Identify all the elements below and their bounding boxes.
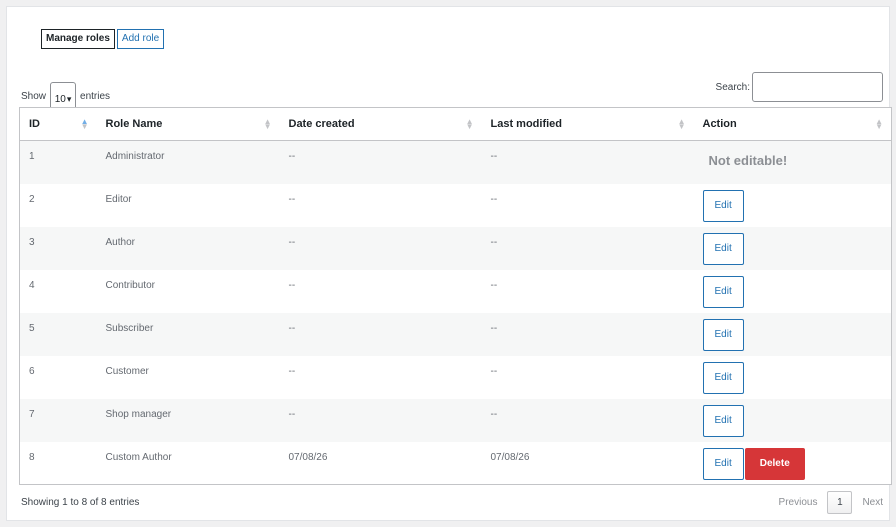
- cell-date-created: --: [288, 365, 296, 377]
- column-header-role-name[interactable]: Role Name ▲ ▼: [96, 107, 280, 141]
- cell-last-modified: --: [490, 236, 498, 248]
- not-editable-label: Not editable!: [708, 153, 788, 168]
- cell-last-modified: --: [490, 193, 498, 205]
- cell-id: 6: [29, 365, 35, 377]
- cell-date-created: --: [288, 279, 296, 291]
- role-tabs: Manage roles Add role: [41, 29, 165, 49]
- table-row: 3 Author -- -- Edit: [19, 226, 892, 270]
- cell-role-name: Customer: [105, 365, 149, 377]
- column-header-date-created[interactable]: Date created ▲ ▼: [279, 107, 482, 141]
- table-header-row: ID ▲ ▼ Role Name ▲ ▼ Date created ▲ ▼ Last mod…: [19, 107, 892, 141]
- roles-datatable: Show 10 ▾ entries Search: ID ▲ ▼ Role Name…: [19, 64, 892, 518]
- cell-action: Edit: [694, 313, 892, 356]
- table-row: 7 Shop manager -- -- Edit: [19, 398, 892, 442]
- cell-id: 7: [29, 408, 35, 420]
- table-row: 1 Administrator -- -- Not editable!: [19, 140, 892, 184]
- column-header-last-modified[interactable]: Last modified ▲ ▼: [481, 107, 694, 141]
- cell-date-created: --: [288, 151, 296, 162]
- sort-icon: ▲ ▼: [465, 117, 474, 131]
- column-header-action[interactable]: Action ▲ ▼: [693, 107, 892, 141]
- cell-last-modified: 07/08/26: [490, 451, 530, 463]
- tab-manage-roles[interactable]: Manage roles: [41, 29, 115, 49]
- cell-action: Not editable!: [694, 141, 892, 184]
- cell-role-name: Author: [105, 236, 135, 248]
- roles-panel: Manage roles Add role Show 10 ▾ entries …: [6, 6, 892, 521]
- cell-id: 1: [29, 151, 35, 162]
- cell-last-modified: --: [490, 279, 498, 291]
- cell-action: Edit: [694, 270, 892, 313]
- search-control: Search:: [716, 72, 883, 102]
- sort-icon: ▲ ▼: [677, 117, 686, 131]
- cell-last-modified: --: [490, 365, 498, 377]
- cell-action: Edit Delete: [694, 442, 892, 485]
- column-header-id[interactable]: ID ▲ ▼: [19, 107, 97, 141]
- cell-date-created: --: [288, 193, 296, 205]
- table-row: 5 Subscriber -- -- Edit: [19, 312, 892, 356]
- cell-action: Edit: [694, 184, 892, 227]
- entries-per-page-value: 10: [54, 94, 66, 105]
- entries-label: entries: [80, 91, 111, 102]
- sort-icon: ▲ ▼: [263, 117, 272, 131]
- table-row: 6 Customer -- -- Edit: [19, 355, 892, 399]
- edit-button[interactable]: Edit: [702, 275, 744, 308]
- next-page-button[interactable]: Next: [862, 497, 883, 508]
- cell-id: 5: [29, 322, 35, 334]
- cell-id: 2: [29, 193, 35, 205]
- cell-last-modified: --: [490, 322, 498, 334]
- datatable-top-controls: Show 10 ▾ entries Search:: [19, 64, 891, 117]
- edit-button[interactable]: Edit: [702, 232, 744, 265]
- table-row: 2 Editor -- -- Edit: [19, 183, 892, 227]
- cell-date-created: 07/08/26: [288, 451, 328, 463]
- cell-id: 4: [29, 279, 35, 291]
- cell-id: 3: [29, 236, 35, 248]
- cell-date-created: --: [288, 408, 296, 420]
- edit-button[interactable]: Edit: [702, 361, 744, 394]
- cell-id: 8: [29, 451, 35, 463]
- sort-ascending-icon: ▲ ▼: [80, 117, 89, 131]
- datatable-bottom-controls: Showing 1 to 8 of 8 entries Previous 1 N…: [19, 487, 891, 517]
- search-label: Search:: [715, 81, 750, 93]
- cell-action: Edit: [694, 227, 892, 270]
- chevron-down-icon: ▾: [66, 94, 72, 104]
- edit-button[interactable]: Edit: [702, 189, 744, 222]
- cell-role-name: Editor: [105, 193, 132, 205]
- page-1-button[interactable]: 1: [827, 491, 853, 514]
- sort-icon: ▲ ▼: [875, 117, 883, 131]
- pagination: Previous 1 Next: [779, 491, 883, 514]
- edit-button[interactable]: Edit: [702, 447, 744, 480]
- edit-button[interactable]: Edit: [702, 404, 744, 437]
- delete-button[interactable]: Delete: [744, 447, 805, 480]
- cell-date-created: --: [288, 322, 296, 334]
- cell-role-name: Administrator: [105, 151, 165, 162]
- show-label: Show: [21, 91, 47, 102]
- tab-add-role[interactable]: Add role: [116, 29, 165, 49]
- search-input[interactable]: [752, 72, 883, 102]
- cell-date-created: --: [288, 236, 296, 248]
- cell-role-name: Shop manager: [105, 408, 172, 420]
- table-row: 4 Contributor -- -- Edit: [19, 269, 892, 313]
- cell-last-modified: --: [490, 408, 498, 420]
- cell-role-name: Custom Author: [105, 451, 172, 463]
- previous-page-button[interactable]: Previous: [779, 497, 818, 508]
- cell-role-name: Contributor: [105, 279, 155, 291]
- cell-action: Edit: [694, 399, 892, 442]
- roles-table: ID ▲ ▼ Role Name ▲ ▼ Date created ▲ ▼ Last mod…: [19, 107, 892, 485]
- cell-action: Edit: [694, 356, 892, 399]
- edit-button[interactable]: Edit: [702, 318, 744, 351]
- table-info: Showing 1 to 8 of 8 entries: [21, 497, 140, 508]
- cell-last-modified: --: [490, 151, 498, 162]
- table-row: 8 Custom Author 07/08/26 07/08/26 Edit De…: [19, 441, 892, 485]
- cell-role-name: Subscriber: [105, 322, 154, 334]
